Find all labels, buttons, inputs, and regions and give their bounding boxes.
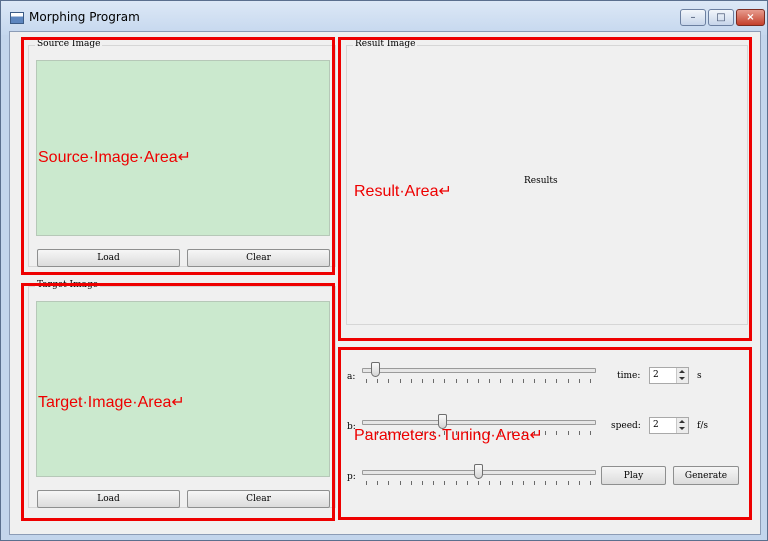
window-title: Morphing Program	[29, 10, 140, 24]
minimize-button[interactable]: –	[680, 9, 706, 26]
target-area-annotation: Target·Image·Area↵	[38, 394, 185, 411]
app-icon	[10, 12, 24, 24]
title-bar[interactable]: Morphing Program – □ ×	[1, 1, 767, 35]
result-area-annotation: Result·Area↵	[354, 183, 452, 200]
source-area-annotation: Source·Image·Area↵	[38, 149, 192, 166]
close-button[interactable]: ×	[736, 9, 765, 26]
params-area-annotation: Parameters·Tuning·Area↵	[354, 427, 543, 444]
maximize-button[interactable]: □	[708, 9, 734, 26]
